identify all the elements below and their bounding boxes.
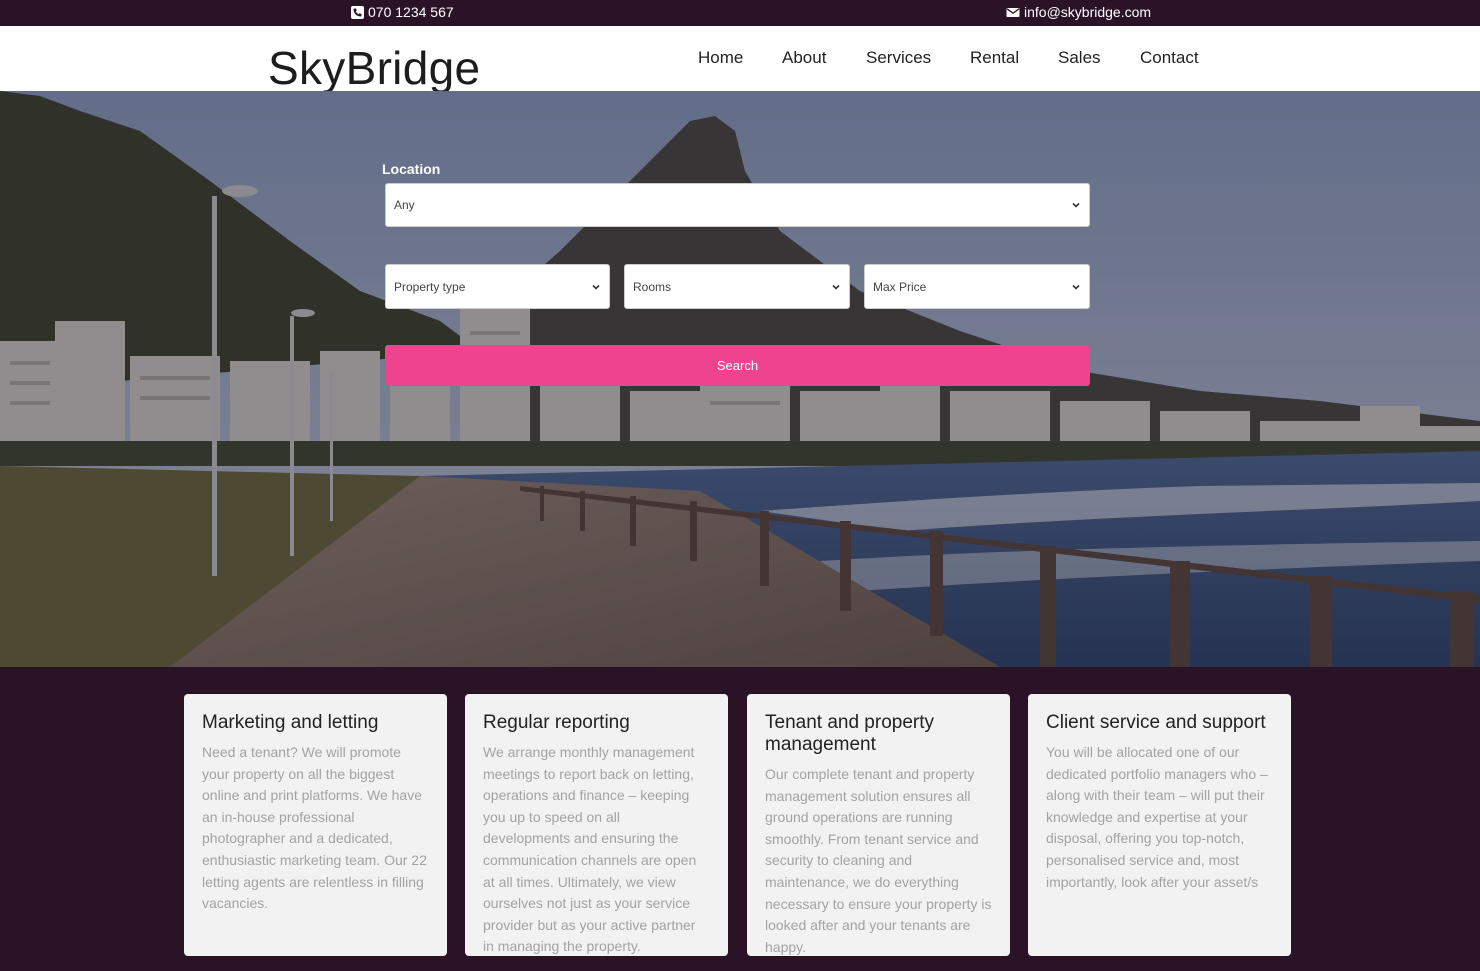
envelope-icon <box>1006 6 1020 19</box>
card-text: Need a tenant? We will promote your prop… <box>202 744 427 912</box>
rooms-select[interactable]: Rooms <box>624 264 850 309</box>
search-button[interactable]: Search <box>385 345 1090 386</box>
email-address: info@skybridge.com <box>1024 4 1152 20</box>
service-card-support: Client service and support You will be a… <box>1028 694 1291 956</box>
location-label: Location <box>382 161 441 177</box>
site-header: SkyBridge Home About Services Rental Sal… <box>0 26 1480 93</box>
card-title: Client service and support <box>1046 712 1266 733</box>
top-bar: 070 1234 567 info@skybridge.com <box>0 0 1480 26</box>
max-price-select[interactable]: Max Price <box>864 264 1090 309</box>
nav-rental[interactable]: Rental <box>970 48 1019 68</box>
card-text: You will be allocated one of our dedicat… <box>1046 744 1268 890</box>
services-section: Marketing and letting Need a tenant? We … <box>0 667 1480 971</box>
chevron-down-icon <box>592 284 600 290</box>
phone-icon <box>351 5 364 19</box>
service-card-marketing: Marketing and letting Need a tenant? We … <box>184 694 447 956</box>
location-select-value: Any <box>394 198 415 212</box>
nav-contact[interactable]: Contact <box>1140 48 1199 68</box>
card-text: We arrange monthly management meetings t… <box>483 744 697 955</box>
location-select[interactable]: Any <box>385 183 1090 227</box>
property-type-select[interactable]: Property type <box>385 264 610 309</box>
main-nav: Home About Services Rental Sales Contact <box>0 48 1480 70</box>
card-title: Tenant and property management <box>765 712 935 755</box>
property-type-value: Property type <box>394 279 466 294</box>
nav-about[interactable]: About <box>782 48 826 68</box>
max-price-value: Max Price <box>873 279 927 294</box>
chevron-down-icon <box>1072 202 1080 208</box>
phone-number: 070 1234 567 <box>368 4 454 20</box>
service-card-management: Tenant and property management Our compl… <box>747 694 1010 956</box>
chevron-down-icon <box>832 284 840 290</box>
phone-contact[interactable]: 070 1234 567 <box>351 4 454 20</box>
card-title: Regular reporting <box>483 712 630 733</box>
rooms-value: Rooms <box>633 279 672 294</box>
email-contact[interactable]: info@skybridge.com <box>1006 4 1151 20</box>
card-text: Our complete tenant and property managem… <box>765 766 992 955</box>
nav-sales[interactable]: Sales <box>1058 48 1101 68</box>
service-card-reporting: Regular reporting We arrange monthly man… <box>465 694 728 956</box>
nav-home[interactable]: Home <box>698 48 743 68</box>
hero-section: Location Any Property type Rooms Max Pri… <box>0 91 1480 667</box>
nav-services[interactable]: Services <box>866 48 931 68</box>
chevron-down-icon <box>1072 284 1080 290</box>
card-title: Marketing and letting <box>202 712 379 733</box>
